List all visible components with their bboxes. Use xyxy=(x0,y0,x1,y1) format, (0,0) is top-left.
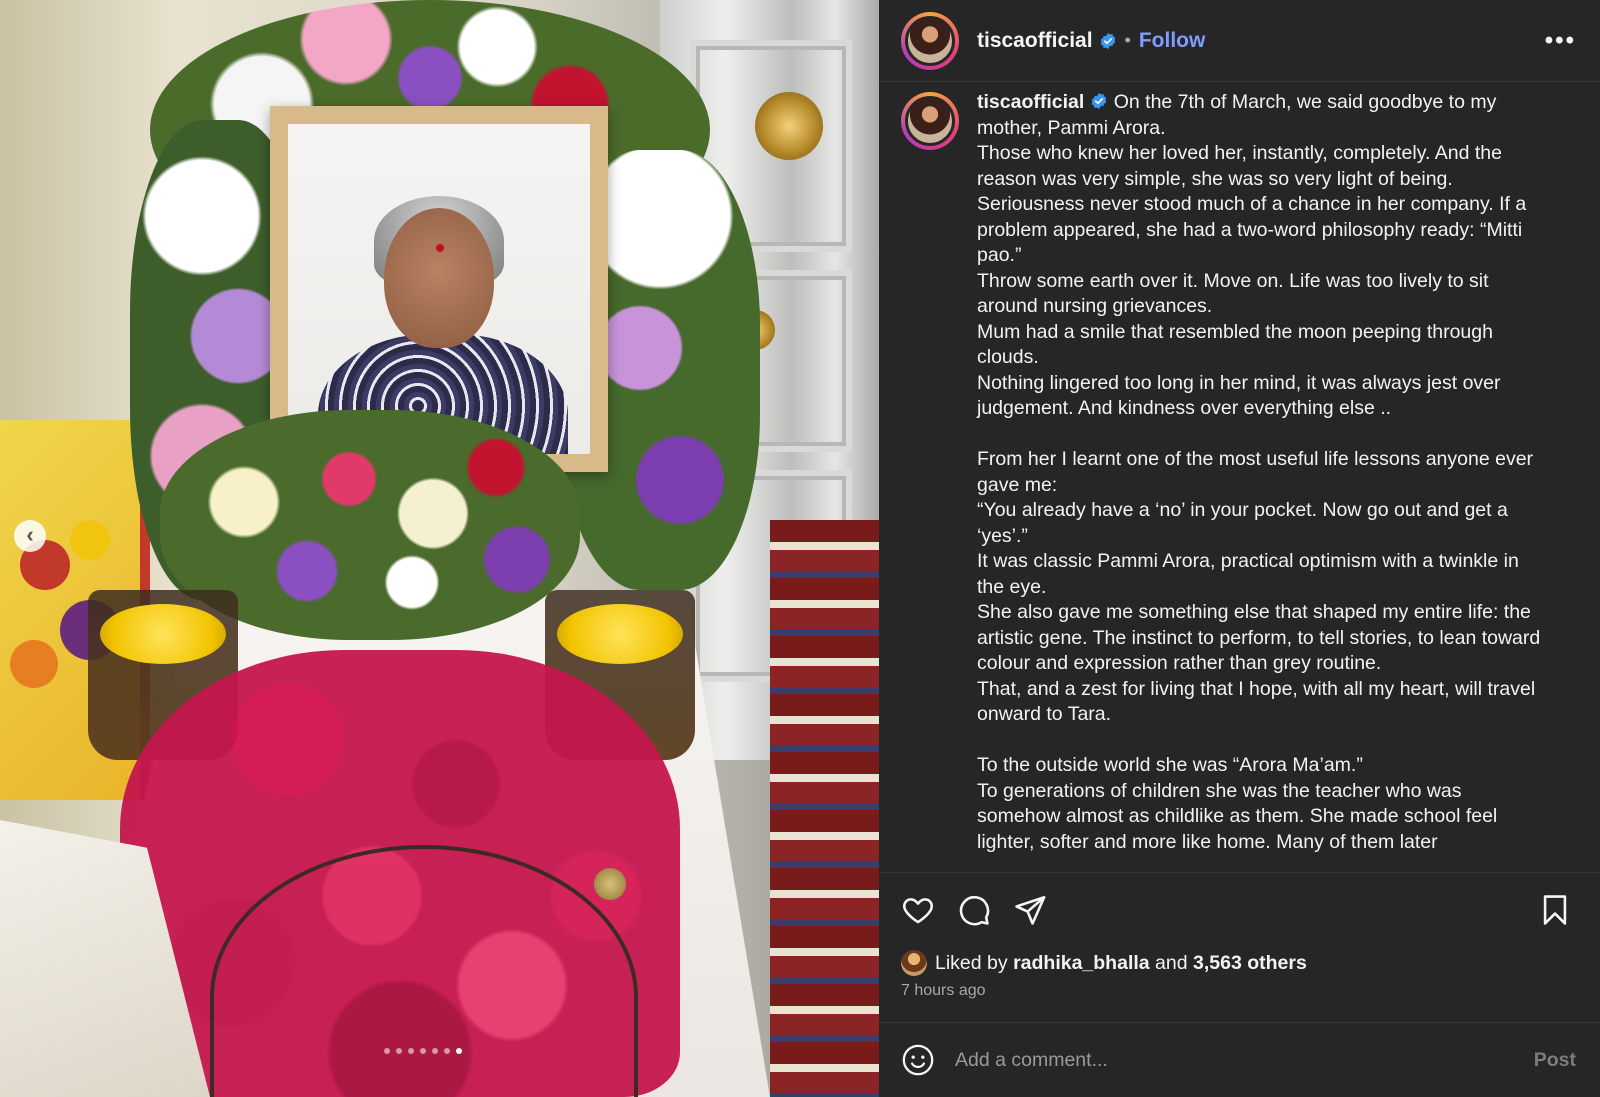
carousel-dot[interactable] xyxy=(420,1048,426,1054)
caption-username[interactable]: tiscaofficial xyxy=(977,91,1084,113)
caption-line: To generations of children she was the t… xyxy=(977,779,1498,853)
liked-by-label: Liked by xyxy=(935,951,1008,974)
caption-line: Seriousness never stood much of a chance… xyxy=(977,193,1527,266)
caption-line: tiscaofficial On the 7th of March, we sa… xyxy=(977,91,1497,139)
caption-line: Mum had a smile that resembled the moon … xyxy=(977,320,1493,369)
caption-line: Those who knew her loved her, instantly,… xyxy=(977,142,1502,190)
carousel-dot-active[interactable] xyxy=(456,1048,462,1054)
comment-button[interactable] xyxy=(957,893,991,927)
verified-badge-icon xyxy=(1092,92,1107,110)
caption-line: She also gave me something else that sha… xyxy=(977,601,1541,674)
action-bar xyxy=(879,872,1600,946)
verified-badge-icon xyxy=(1100,32,1115,49)
liker-username[interactable]: radhika_bhalla xyxy=(1013,952,1150,975)
comment-input[interactable] xyxy=(953,1047,1534,1073)
author-avatar[interactable] xyxy=(901,11,959,70)
caption-area: tiscaofficial On the 7th of March, we sa… xyxy=(879,82,1600,872)
carousel-dots xyxy=(384,1048,462,1054)
likes-summary: Liked by radhika_bhalla and 3,563 others xyxy=(879,946,1600,980)
liker-avatar[interactable] xyxy=(901,950,927,976)
post-header: tiscaofficial • Follow ••• xyxy=(879,0,1600,82)
caption-line: To the outside world she was “Arora Ma’a… xyxy=(977,754,1363,776)
carousel-dot[interactable] xyxy=(444,1048,450,1054)
like-button[interactable] xyxy=(901,893,935,927)
chevron-left-icon: ‹ xyxy=(26,522,34,547)
post-comment-button[interactable]: Post xyxy=(1534,1049,1576,1072)
carousel-dot[interactable] xyxy=(384,1048,390,1054)
instagram-post-viewer: ‹ tiscaofficial • Follow ••• tiscaoffici… xyxy=(0,0,1600,1097)
caption-line: That, and a zest for living that I hope,… xyxy=(977,677,1536,726)
author-username[interactable]: tiscaofficial xyxy=(977,29,1093,53)
carousel-prev-button[interactable]: ‹ xyxy=(14,520,46,552)
caption-line: It was classic Pammi Arora, practical op… xyxy=(977,550,1519,598)
caption-author-avatar[interactable] xyxy=(901,92,959,150)
share-icon xyxy=(1015,895,1046,925)
carousel-dot[interactable] xyxy=(396,1048,402,1054)
caption-line: From her I learnt one of the most useful… xyxy=(977,448,1534,496)
post-image[interactable]: ‹ xyxy=(0,0,879,1097)
rug xyxy=(770,520,879,1097)
post-timestamp[interactable]: 7 hours ago xyxy=(879,980,1600,1022)
comment-icon xyxy=(959,895,990,925)
emoji-icon[interactable] xyxy=(901,1043,935,1077)
save-button[interactable] xyxy=(1538,893,1572,927)
caption-text: tiscaofficial On the 7th of March, we sa… xyxy=(977,90,1576,872)
likes-joiner: and xyxy=(1155,951,1188,974)
coin xyxy=(594,868,626,900)
post-side-panel: tiscaofficial • Follow ••• tiscaofficial… xyxy=(879,0,1600,1097)
likes-others-count[interactable]: 3,563 others xyxy=(1193,952,1307,975)
caption-line: Nothing lingered too long in her mind, i… xyxy=(977,371,1501,420)
caption-line: “You already have a ‘no’ in your pocket.… xyxy=(977,499,1508,547)
caption-line: Throw some earth over it. Move on. Life … xyxy=(977,269,1489,318)
comment-bar: Post xyxy=(879,1022,1600,1097)
follow-button[interactable]: Follow xyxy=(1139,29,1206,53)
carousel-dot[interactable] xyxy=(408,1048,414,1054)
share-button[interactable] xyxy=(1013,893,1047,927)
carousel-dot[interactable] xyxy=(432,1048,438,1054)
header-separator: • xyxy=(1124,30,1131,50)
heart-icon xyxy=(903,897,933,923)
bookmark-icon xyxy=(1543,894,1567,925)
more-options-icon[interactable]: ••• xyxy=(1545,27,1576,55)
